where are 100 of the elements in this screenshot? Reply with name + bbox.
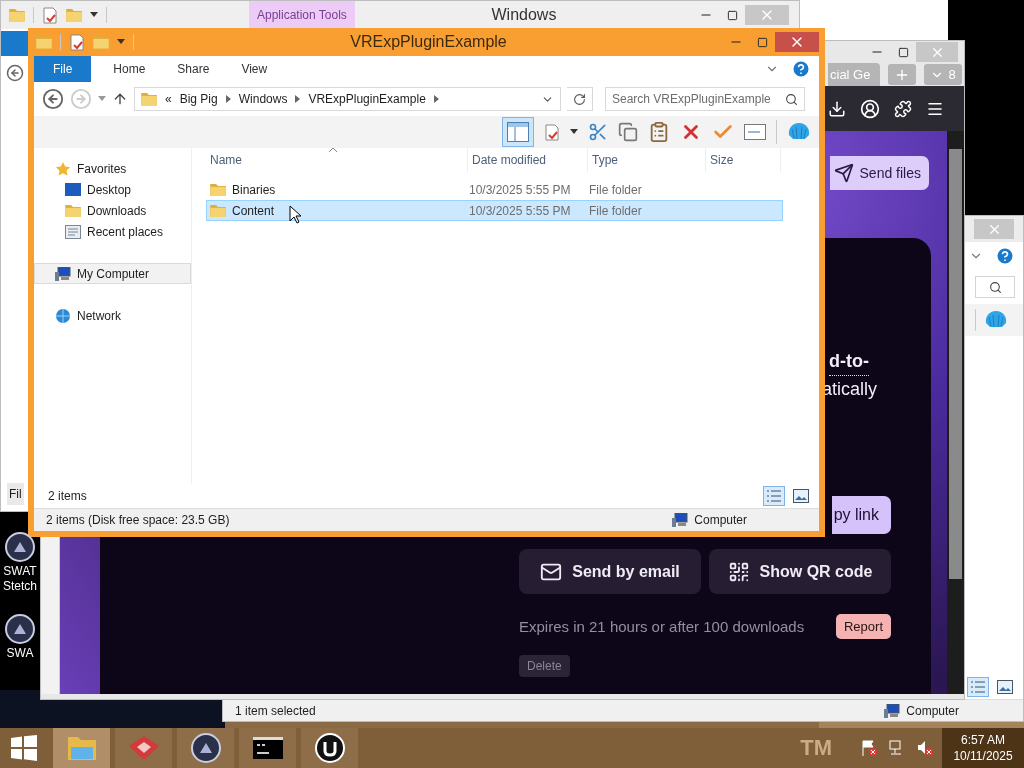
refresh-button[interactable] <box>567 87 593 111</box>
nav-item[interactable]: Downloads <box>34 200 191 221</box>
ribbon-tab[interactable]: Share <box>163 56 224 82</box>
address-bar[interactable]: « Big Pig Windows VRExpPluginExample <box>134 87 561 111</box>
maximize-icon <box>756 36 768 48</box>
nav-item[interactable]: Recent places <box>34 221 191 242</box>
scrollbar[interactable] <box>947 131 964 694</box>
send-icon <box>833 163 854 183</box>
flag-icon[interactable] <box>860 739 878 757</box>
details-view-icon[interactable] <box>967 677 989 697</box>
file-name: Binaries <box>232 182 276 197</box>
nav-item[interactable]: Favorites <box>34 158 191 179</box>
taskbar-button[interactable] <box>177 728 234 768</box>
breadcrumb-item[interactable]: VRExpPluginExample <box>308 92 426 106</box>
refresh-icon <box>573 92 586 106</box>
file-row[interactable]: Binaries 10/3/2025 5:55 PM File folder <box>206 179 783 200</box>
window-title: VRExpPluginExample <box>349 33 508 51</box>
details-view-icon[interactable] <box>763 486 785 506</box>
thumbnail-view-icon[interactable] <box>793 489 809 503</box>
window-title: Windows <box>490 6 558 24</box>
breadcrumb-overflow[interactable]: « <box>165 92 172 106</box>
nav-item[interactable]: Desktop <box>34 179 191 200</box>
send-files-button[interactable]: Send files <box>829 156 929 190</box>
recent-places-icon <box>65 224 81 239</box>
breadcrumb-item[interactable]: Windows <box>238 92 288 106</box>
desktop-icon <box>65 183 81 196</box>
file-tab[interactable]: File <box>34 56 92 82</box>
taskbar-button[interactable] <box>301 728 358 768</box>
network-icon <box>55 307 71 324</box>
search-icon <box>988 280 1002 294</box>
column-header[interactable]: Type <box>588 148 706 172</box>
download-icon[interactable] <box>828 99 846 118</box>
ribbon-tab[interactable] <box>1 30 29 56</box>
context-tab[interactable]: Application Tools <box>249 1 355 29</box>
status-location: Computer <box>694 513 747 527</box>
document-check-icon[interactable] <box>69 33 85 51</box>
nav-item[interactable]: Network <box>34 305 191 326</box>
chevron-right-icon <box>225 95 231 103</box>
folder-icon <box>66 8 82 22</box>
document-check-icon[interactable] <box>42 6 58 24</box>
folder-icon <box>210 182 226 197</box>
item-count: 2 items <box>48 489 87 503</box>
computer-icon <box>55 266 71 281</box>
rename-icon[interactable] <box>744 124 766 140</box>
clock[interactable]: 6:57 AM 10/11/2025 <box>942 728 1024 768</box>
folder-icon <box>65 203 81 218</box>
desktop-icon-label[interactable]: SWAT Stetch <box>0 564 40 594</box>
ribbon-tab[interactable]: View <box>227 56 282 82</box>
speaker-icon[interactable] <box>916 739 934 757</box>
file-name: Content <box>232 203 275 218</box>
ribbon-tab[interactable]: Home <box>99 56 160 82</box>
unreal-logo-icon <box>314 733 345 763</box>
field-label: Fil <box>7 483 24 505</box>
document-check-icon[interactable] <box>544 123 560 141</box>
maximize-icon <box>897 46 909 58</box>
nav-label: My Computer <box>77 266 150 281</box>
caret-icon[interactable] <box>90 12 98 18</box>
status-location: Computer <box>906 703 959 718</box>
help-icon[interactable] <box>791 59 811 79</box>
nav-item[interactable]: My Computer <box>34 263 191 284</box>
back-icon[interactable] <box>6 64 24 82</box>
caret-icon[interactable] <box>117 39 125 45</box>
star-icon <box>55 160 71 177</box>
computer-icon <box>884 703 901 718</box>
folder-icon <box>93 35 109 49</box>
copy-link-button[interactable]: py link <box>831 496 891 534</box>
delete-button[interactable]: Delete <box>519 655 570 677</box>
wallpaper-text: TM <box>800 735 832 761</box>
breadcrumb-item[interactable]: Big Pig <box>179 92 218 106</box>
nav-label: Desktop <box>87 182 132 197</box>
copy-icon[interactable] <box>618 122 638 142</box>
layout-button[interactable] <box>502 117 534 147</box>
column-header[interactable]: Name <box>206 148 468 172</box>
text-link[interactable]: d-to- <box>829 348 869 376</box>
caret-icon[interactable] <box>570 129 578 135</box>
qr-button[interactable]: Show QR code <box>709 549 891 594</box>
column-header[interactable]: Date modified <box>468 148 588 172</box>
file-row[interactable]: Content 10/3/2025 5:55 PM File folder <box>206 200 783 221</box>
maximize-icon <box>726 9 738 21</box>
report-button[interactable]: Report <box>835 614 891 639</box>
paste-icon[interactable] <box>648 121 670 143</box>
cut-icon[interactable] <box>588 122 608 142</box>
status-text: 1 item selected <box>235 703 316 718</box>
column-header[interactable]: Size <box>706 148 781 172</box>
expiry-text: Expires in 21 hours or after 100 downloads <box>519 618 805 635</box>
taskbar-button[interactable] <box>239 728 296 768</box>
round-game-icon <box>190 733 221 763</box>
thumbnail-view-icon[interactable] <box>997 680 1013 694</box>
type-cell-text: File folder <box>589 203 643 218</box>
search-field[interactable]: Search VRExpPluginExample <box>605 87 805 111</box>
email-button[interactable]: Send by email <box>519 549 701 594</box>
back-icon[interactable] <box>42 88 64 110</box>
desktop-icon-label[interactable]: SWA <box>0 646 40 661</box>
account-icon[interactable] <box>860 98 880 119</box>
folder-icon <box>141 92 157 106</box>
help-icon[interactable] <box>995 246 1015 266</box>
search-field[interactable] <box>975 276 1015 298</box>
folder-icon <box>9 8 25 22</box>
extensions-icon[interactable] <box>894 99 912 118</box>
chevron-right-icon <box>433 95 439 103</box>
